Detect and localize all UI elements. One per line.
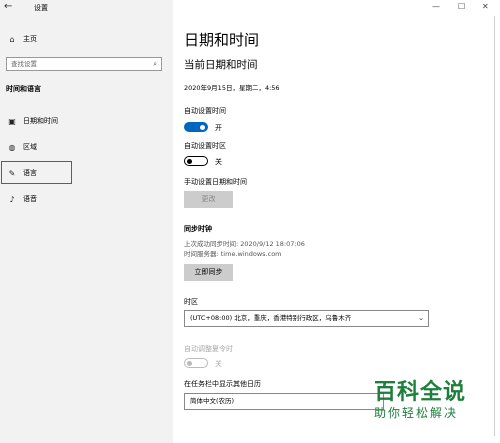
time-server-text: 时间服务器: time.windows.com [184,250,282,258]
sidebar-item-label: 主页 [23,35,37,43]
watermark-title: 百科全说 [374,380,467,405]
sidebar-item-region[interactable]: ◍ 区域 [0,138,173,156]
dst-label: 自动调整夏令时 [184,345,233,353]
auto-time-state: 开 [215,124,222,132]
watermark-subtitle: 助你轻松解决 [374,406,459,420]
highlight-box [1,161,72,184]
watermark-logo: 百科全说 助你轻松解决 [374,381,496,421]
other-calendar-label: 在任务栏中显示其他日历 [184,380,261,388]
timezone-label: 时区 [184,298,198,306]
title-bar: ← 设置 — ☐ ✕ [0,0,500,16]
timezone-value: (UTC+08:00) 北京，重庆，香港特别行政区，乌鲁木齐 [190,314,352,322]
home-icon: ⌂ [9,34,15,44]
auto-time-label: 自动设置时间 [184,107,226,115]
sync-header: 同步时钟 [184,225,212,233]
auto-timezone-toggle[interactable] [184,156,208,166]
maximize-icon[interactable]: ☐ [458,2,465,11]
search-placeholder: 查找设置 [11,60,37,68]
sidebar-item-label: 语音 [23,195,37,203]
back-arrow-icon[interactable]: ← [4,1,12,12]
calendar-value: 简体中文(农历) [190,397,235,405]
timezone-select[interactable]: (UTC+08:00) 北京，重庆，香港特别行政区，乌鲁木齐 ⌄ [184,310,429,327]
scrollbar[interactable] [494,16,495,436]
sync-now-button[interactable]: 立即同步 [184,264,233,281]
calendar-select[interactable]: 简体中文(农历) [184,393,384,410]
current-datetime-header: 当前日期和时间 [184,59,258,71]
last-sync-text: 上次成功同步时间: 2020/9/12 18:07:06 [184,240,305,248]
window-title: 设置 [34,4,48,12]
sidebar-item-label: 区域 [23,143,37,151]
sidebar-item-date-time[interactable]: ▣ 日期和时间 [0,112,173,130]
chevron-down-icon: ⌄ [418,314,424,322]
globe-icon: ◍ [8,142,16,152]
microphone-icon: ♪ [9,194,15,204]
section-title: 时间和语言 [6,85,41,93]
current-datetime: 2020年9月15日，星期二，4:56 [184,84,280,92]
search-icon: ⌕ [153,60,157,68]
change-button[interactable]: 更改 [184,191,233,208]
sidebar-item-speech[interactable]: ♪ 语音 [0,190,173,208]
sidebar-item-home[interactable]: ⌂ 主页 [0,30,173,48]
dst-toggle[interactable] [184,358,208,368]
close-icon[interactable]: ✕ [482,2,489,11]
auto-time-toggle[interactable] [184,122,208,132]
manual-datetime-label: 手动设置日期和时间 [184,178,247,186]
search-input[interactable]: 查找设置 ⌕ [6,57,162,71]
calendar-clock-icon: ▣ [8,116,16,126]
minimize-icon[interactable]: — [432,2,440,11]
auto-timezone-state: 关 [215,158,222,166]
page-title: 日期和时间 [184,31,260,49]
auto-timezone-label: 自动设置时区 [184,142,226,150]
dst-state: 关 [215,360,222,368]
sidebar-item-label: 日期和时间 [23,117,58,125]
